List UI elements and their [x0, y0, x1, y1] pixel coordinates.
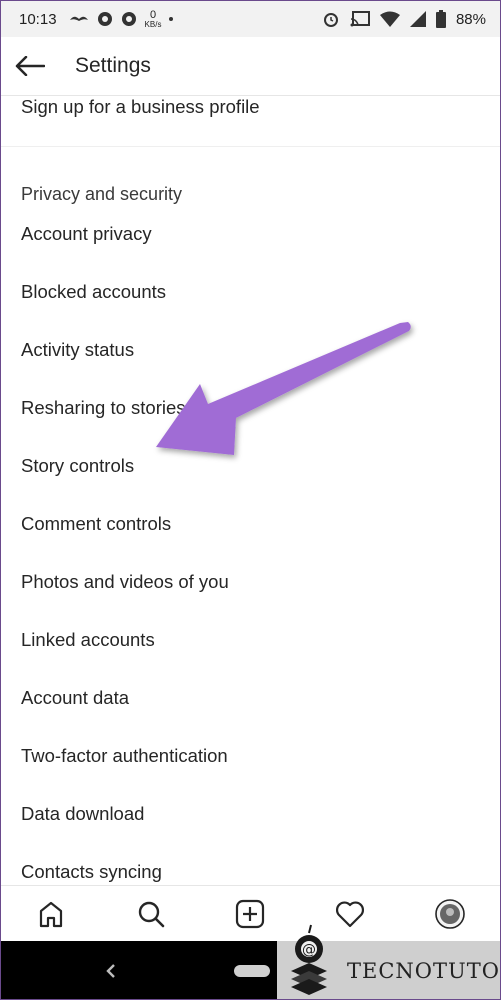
- section-header-privacy: Privacy and security: [21, 184, 183, 204]
- app-bar: Settings: [1, 37, 500, 96]
- network-speed: 0 KB/s: [144, 8, 162, 29]
- settings-item-blocked-accounts[interactable]: Blocked accounts: [1, 263, 500, 321]
- settings-item-account-data[interactable]: Account data: [1, 669, 500, 727]
- watermark-text: TECNOTUTO: [347, 959, 500, 983]
- alarm-icon: [323, 13, 338, 27]
- phone-screen: 10:13 0 KB/s 88% Settings Sign up for a …: [0, 0, 501, 1000]
- nav-home[interactable]: [31, 894, 71, 934]
- page-title: Settings: [75, 54, 151, 77]
- settings-list: Sign up for a business profile Privacy a…: [1, 96, 500, 901]
- settings-item-account-privacy[interactable]: Account privacy: [1, 205, 500, 263]
- settings-item-comment-controls[interactable]: Comment controls: [1, 495, 500, 553]
- battery-icon: [435, 10, 446, 28]
- network-speed-unit: KB/s: [144, 19, 162, 29]
- search-icon: [138, 901, 164, 928]
- new-post-icon: [236, 899, 265, 929]
- settings-item-story-controls[interactable]: Story controls: [1, 437, 500, 495]
- bottom-nav: [1, 885, 500, 942]
- system-home-pill[interactable]: [234, 965, 270, 977]
- status-bar: 10:13 0 KB/s 88%: [1, 1, 500, 37]
- heart-icon: [336, 901, 365, 928]
- nav-search[interactable]: [131, 894, 171, 934]
- home-icon: [39, 901, 62, 928]
- more-notifications-dot: [169, 17, 174, 21]
- signal-icon: [409, 11, 426, 27]
- nav-profile[interactable]: [430, 894, 470, 934]
- watermark: @ TECNOTUTO: [277, 924, 500, 999]
- settings-item-linked-accounts[interactable]: Linked accounts: [1, 611, 500, 669]
- cast-icon: [350, 11, 370, 27]
- system-icons: 88%: [322, 10, 486, 28]
- settings-item-two-factor[interactable]: Two-factor authentication: [1, 727, 500, 785]
- aperture-icon: [121, 12, 136, 26]
- settings-item-data-download[interactable]: Data download: [1, 785, 500, 843]
- settings-item-activity-status[interactable]: Activity status: [1, 321, 500, 379]
- network-speed-value: 0: [149, 8, 157, 21]
- nav-activity[interactable]: [330, 894, 370, 934]
- nav-new-post[interactable]: [230, 894, 270, 934]
- arrow-left-icon: [15, 56, 45, 76]
- back-button[interactable]: [15, 51, 45, 81]
- settings-item-resharing-to-stories[interactable]: Resharing to stories: [1, 379, 500, 437]
- notification-icons: 0 KB/s: [69, 8, 174, 29]
- wifi-icon: [379, 11, 400, 27]
- status-time: 10:13: [19, 10, 57, 28]
- avatar: [435, 899, 465, 929]
- system-back-icon[interactable]: [101, 959, 121, 983]
- settings-item-photos-videos-of-you[interactable]: Photos and videos of you: [1, 553, 500, 611]
- aperture-icon: [97, 12, 112, 26]
- svg-text:@: @: [302, 942, 316, 958]
- watermark-logo-icon: @: [291, 924, 327, 995]
- mustache-icon: [69, 16, 88, 21]
- battery-percent: 88%: [455, 10, 486, 28]
- business-profile-item[interactable]: Sign up for a business profile: [1, 96, 500, 147]
